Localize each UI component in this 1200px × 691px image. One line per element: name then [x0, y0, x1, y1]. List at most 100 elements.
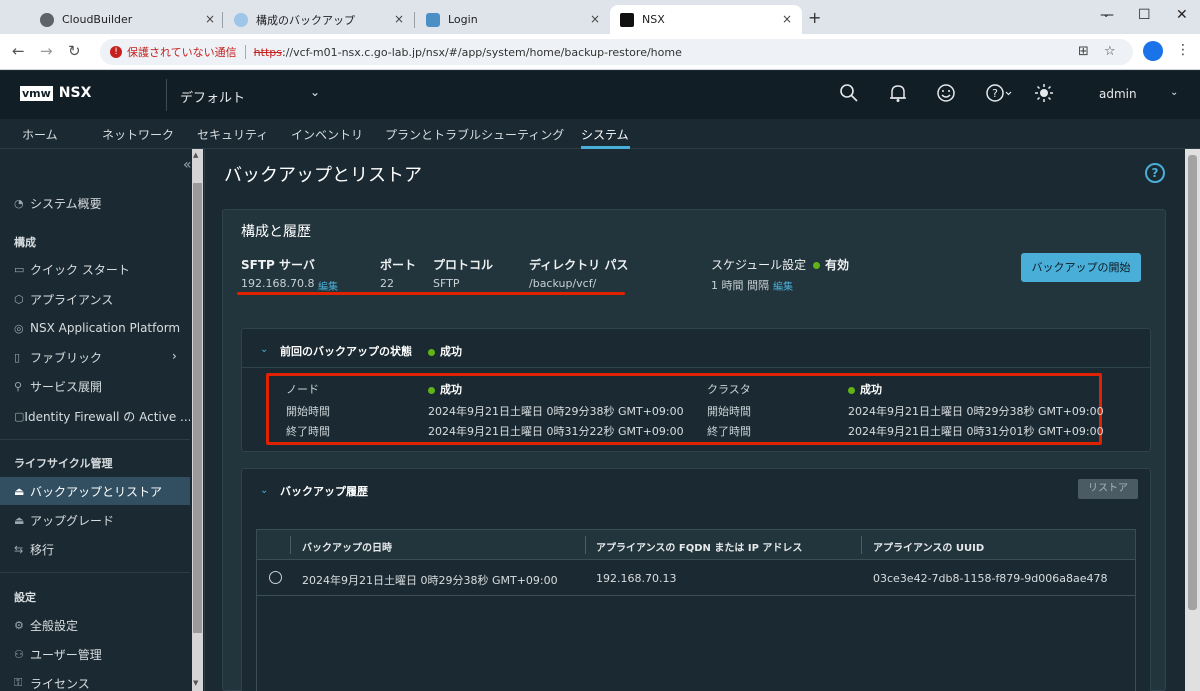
last-backup-status: 成功 [428, 343, 462, 359]
sidebar-item-user-management[interactable]: ⚇ ユーザー管理 [0, 640, 190, 668]
chevron-down-icon[interactable]: ⌄ [1170, 87, 1178, 98]
chevron-down-icon[interactable]: ⌄ [310, 85, 320, 99]
column-header-datetime[interactable]: バックアップの日時 [302, 539, 392, 554]
backup-icon: ⏏ [14, 484, 25, 498]
sidebar-item-quick-start[interactable]: ▭ クイック スタート [0, 255, 190, 283]
port-value: 22 [380, 277, 394, 290]
nsx-logo[interactable]: vmw NSX [20, 85, 91, 101]
sidebar-section-config: 構成 [14, 236, 36, 249]
sidebar-item-backup-restore[interactable]: ⏏ バックアップとリストア [0, 477, 190, 505]
url-input[interactable]: ! 保護されていない通信 https://vcf-m01-nsx.c.go-la… [100, 39, 1133, 65]
main-scrollbar[interactable] [1185, 149, 1200, 691]
search-icon[interactable] [839, 83, 859, 108]
nav-home[interactable]: ホーム [22, 126, 58, 143]
restore-button[interactable]: リストア [1078, 479, 1138, 499]
table-row[interactable]: 2024年9月21日土曜日 0時29分38秒 GMT+09:00 192.168… [257, 560, 1135, 596]
nav-networking[interactable]: ネットワーク [102, 126, 174, 143]
status-dot [428, 386, 435, 394]
scroll-thumb[interactable] [193, 183, 202, 633]
chevron-right-icon[interactable]: › [172, 349, 177, 363]
sidebar-item-identity-firewall[interactable]: ▢ Identity Firewall の Active ... [0, 402, 190, 430]
sidebar-item-nsx-app-platform[interactable]: ◎ NSX Application Platform [0, 314, 190, 342]
column-separator [290, 536, 291, 554]
nav-security[interactable]: セキュリティ [197, 126, 268, 143]
sidebar-item-label: アプライアンス [30, 292, 114, 307]
nav-inventory[interactable]: インベントリ [291, 126, 363, 143]
sftp-server-label: SFTP サーバ [241, 258, 315, 272]
sidebar-item-label: NSX Application Platform [30, 321, 181, 335]
panel-divider [242, 367, 1150, 368]
browser-menu-icon[interactable]: ⋮ [1176, 42, 1190, 58]
profile-avatar[interactable] [1143, 41, 1163, 61]
scroll-thumb[interactable] [1188, 155, 1197, 610]
help-menu-icon[interactable]: ? [985, 83, 1013, 108]
user-menu[interactable]: admin [1099, 87, 1137, 101]
cluster-end-value: 2024年9月21日土曜日 0時31分01秒 GMT+09:00 [848, 425, 1104, 438]
sidebar-item-license[interactable]: ⚿ ライセンス [0, 669, 190, 691]
security-warning[interactable]: 保護されていない通信 [127, 44, 237, 60]
forward-icon[interactable]: → [40, 42, 53, 60]
edit-schedule-link[interactable]: 編集 [773, 278, 793, 293]
smiley-icon[interactable] [936, 83, 956, 108]
browser-tab-login[interactable]: Login × [416, 5, 610, 34]
sidebar-divider [0, 572, 190, 573]
cluster-start-label: 開始時間 [707, 405, 751, 418]
help-icon[interactable]: ? [1145, 163, 1165, 183]
sidebar-item-migrate[interactable]: ⇆ 移行 [0, 535, 190, 563]
monitor-icon: ▭ [14, 262, 25, 276]
bookmark-star-icon[interactable]: ☆ [1104, 44, 1116, 59]
theme-sun-icon[interactable] [1034, 83, 1054, 108]
chevron-down-icon[interactable]: ⌄ [260, 485, 268, 496]
sidebar-section-lifecycle: ライフサイクル管理 [14, 457, 113, 470]
close-icon[interactable]: × [205, 12, 215, 26]
sidebar-item-label: バックアップとリストア [30, 484, 163, 499]
server-icon: ▯ [14, 350, 21, 364]
sidebar-item-upgrade[interactable]: ⏏ アップグレード [0, 506, 190, 534]
sidebar-item-fabric[interactable]: ▯ ファブリック [0, 343, 190, 371]
start-backup-button[interactable]: バックアップの開始 [1021, 253, 1141, 282]
sidebar-item-general-settings[interactable]: ⚙ 全般設定 [0, 611, 190, 639]
tab-separator [222, 12, 223, 28]
card-title: 構成と履歴 [241, 224, 311, 240]
close-icon[interactable]: × [394, 12, 404, 26]
scroll-up-icon[interactable]: ▲ [193, 151, 198, 159]
window-close-icon[interactable]: ✕ [1176, 7, 1188, 23]
browser-tab-cloudbuilder[interactable]: CloudBuilder × [30, 5, 225, 34]
minimize-icon[interactable]: — [1100, 7, 1114, 23]
sidebar-item-overview[interactable]: ◔ システム概要 [0, 189, 190, 217]
status-text: 成功 [440, 383, 462, 396]
scroll-down-icon[interactable]: ▼ [193, 679, 198, 687]
reload-icon[interactable]: ↻ [68, 42, 81, 60]
gauge-icon: ◔ [14, 196, 24, 210]
back-icon[interactable]: ← [12, 42, 25, 60]
row-select-radio[interactable] [269, 571, 282, 584]
sidebar-item-appliances[interactable]: ⬡ アプライアンス [0, 285, 190, 313]
column-separator [585, 536, 586, 554]
node-label: ノード [286, 383, 319, 396]
column-header-fqdn-ip[interactable]: アプライアンスの FQDN または IP アドレス [596, 539, 802, 554]
close-icon[interactable]: × [782, 12, 792, 26]
project-selector[interactable]: デフォルト [180, 87, 245, 106]
maximize-icon[interactable]: ☐ [1138, 7, 1151, 23]
column-header-uuid[interactable]: アプライアンスの UUID [873, 539, 984, 554]
status-dot [813, 262, 820, 269]
close-icon[interactable]: × [590, 12, 600, 26]
sidebar-item-service-deploy[interactable]: ⚲ サービス展開 [0, 372, 190, 400]
sidebar-item-label: Identity Firewall の Active ... [24, 409, 190, 424]
bell-icon[interactable] [888, 83, 908, 108]
browser-tab-nsx[interactable]: NSX × [610, 5, 802, 34]
collapse-sidebar-icon[interactable]: « [183, 157, 192, 173]
sidebar-scrollbar[interactable]: ▲ ▼ [192, 149, 203, 691]
config-history-card: 構成と履歴 SFTP サーバ 192.168.70.8 編集 ポート 22 プロ… [222, 209, 1166, 691]
status-text: 成功 [440, 345, 462, 358]
backup-history-title: バックアップ履歴 [280, 485, 368, 498]
translate-icon[interactable]: ⊞ [1078, 44, 1089, 59]
edit-sftp-link[interactable]: 編集 [318, 278, 338, 293]
nav-plan-troubleshoot[interactable]: プランとトラブルシューティング [385, 126, 564, 143]
chevron-down-icon[interactable]: ⌄ [260, 344, 268, 355]
node-status: 成功 [428, 381, 462, 397]
new-tab-button[interactable]: + [808, 8, 821, 27]
browser-tab-config-backup[interactable]: 構成のバックアップ × [224, 5, 414, 34]
cluster-start-value: 2024年9月21日土曜日 0時29分38秒 GMT+09:00 [848, 405, 1104, 418]
nav-system[interactable]: システム [581, 126, 629, 143]
